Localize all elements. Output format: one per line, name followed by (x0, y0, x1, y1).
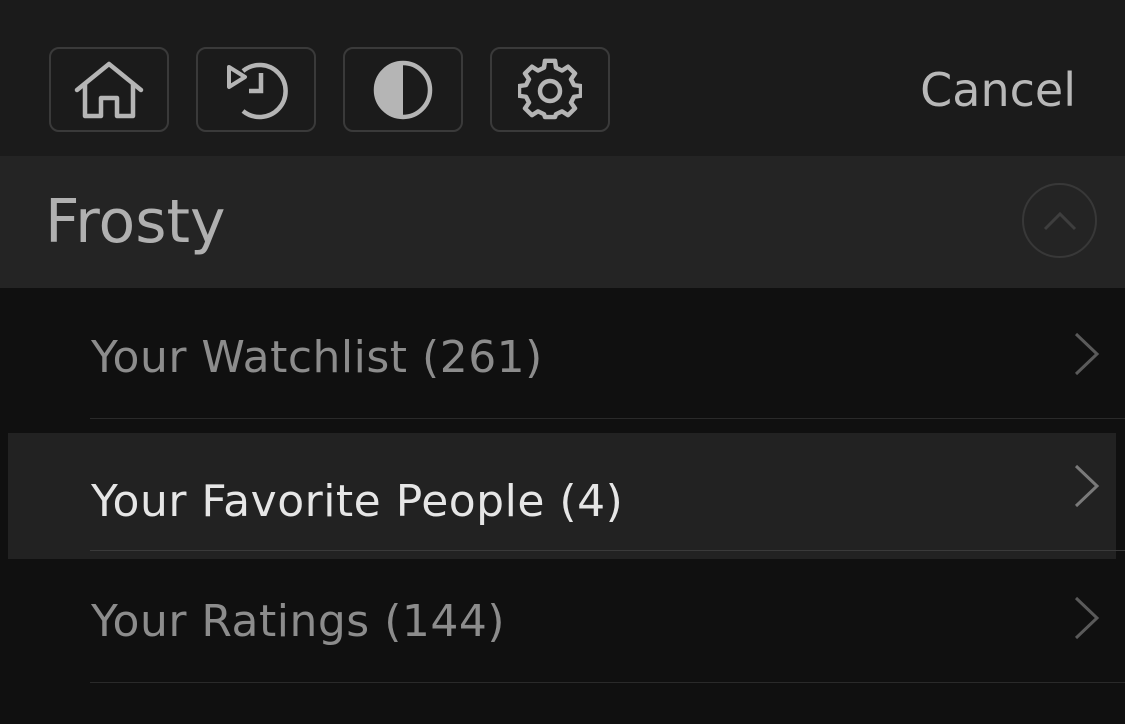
chevron-up-icon (1043, 211, 1076, 230)
item-title: Your Ratings (91, 596, 370, 647)
top-toolbar: Cancel (0, 0, 1125, 156)
home-icon (74, 61, 144, 118)
list-item-watchlist[interactable]: Your Watchlist (261) (0, 288, 1125, 419)
history-icon (227, 62, 288, 119)
item-count: (4) (559, 476, 624, 527)
settings-button[interactable] (490, 47, 610, 132)
chevron-right-icon (1074, 596, 1100, 640)
list-item-ratings[interactable]: Your Ratings (144) (0, 552, 1125, 683)
divider (90, 682, 1125, 683)
chevron-right-icon (1074, 464, 1100, 508)
profile-header: Frosty (0, 156, 1125, 288)
item-title: Your Watchlist (91, 332, 408, 383)
chevron-right-icon (1074, 332, 1100, 376)
account-menu-screen: Cancel Frosty Your Watchlist (261) Your … (0, 0, 1125, 724)
profile-name: Frosty (45, 187, 226, 257)
home-button[interactable] (49, 47, 169, 132)
list-item-label: Your Favorite People (4) (91, 475, 623, 529)
contrast-icon (373, 60, 433, 119)
item-count: (144) (384, 596, 506, 647)
appearance-button[interactable] (343, 47, 463, 132)
list-item-label: Your Watchlist (261) (91, 331, 543, 385)
list-item-favorite-people[interactable]: Your Favorite People (4) (0, 420, 1125, 559)
gear-icon (518, 58, 582, 119)
item-title: Your Favorite People (91, 476, 545, 527)
cancel-button[interactable]: Cancel (920, 60, 1076, 120)
history-button[interactable] (196, 47, 316, 132)
divider (90, 550, 1125, 551)
collapse-button[interactable] (1022, 183, 1097, 258)
item-count: (261) (422, 332, 543, 383)
divider (90, 418, 1125, 419)
account-menu-list: Your Watchlist (261) Your Favorite Peopl… (0, 288, 1125, 724)
list-item-label: Your Ratings (144) (91, 595, 505, 649)
